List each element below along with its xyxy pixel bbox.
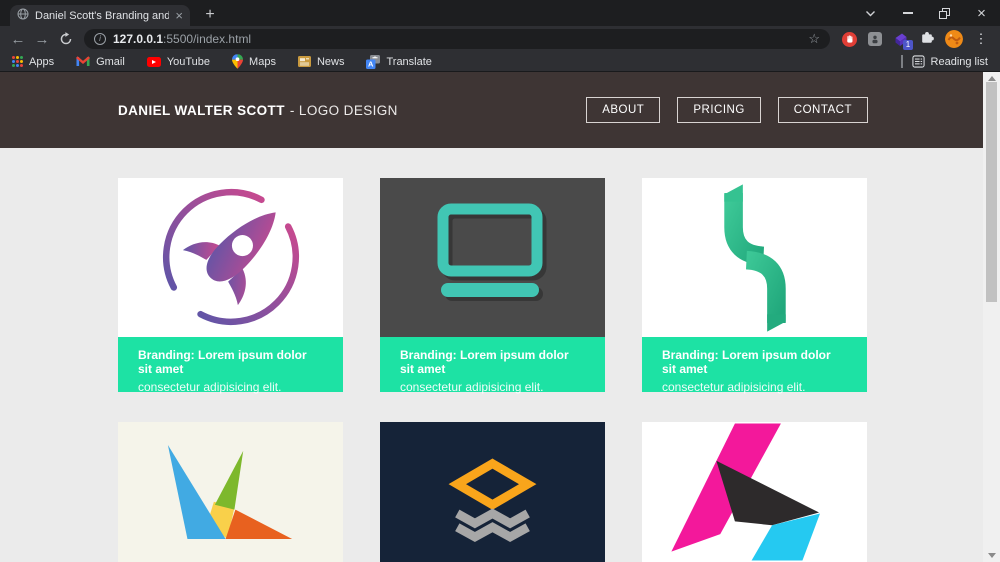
origami-bird-icon [167,445,293,539]
card-caption: Branding: Lorem ipsum dolor sit amet con… [380,337,605,394]
laptop-icon [437,203,546,301]
contact-button[interactable]: CONTACT [777,97,868,123]
reading-list-button[interactable]: Reading list [911,55,988,68]
bookmark-maps[interactable]: Maps [232,54,276,69]
forward-button[interactable]: → [30,31,54,48]
card-origami-bird[interactable] [118,422,343,562]
extension-icon-with-badge[interactable]: 1 [893,32,913,50]
restore-button[interactable] [926,0,963,26]
bookmark-youtube[interactable]: YouTube [146,56,210,68]
card-laptop[interactable]: Branding: Lorem ipsum dolor sit amet con… [380,178,605,394]
globe-favicon-icon [17,7,29,25]
scroll-up-icon[interactable] [988,76,996,81]
bookmark-gmail[interactable]: Gmail [76,56,125,68]
refresh-icon [60,32,72,45]
minimize-button[interactable] [889,0,926,26]
tab-search-button[interactable] [852,0,889,26]
layers-icon [448,458,537,543]
reading-list-icon [911,55,925,68]
chevron-down-icon [866,10,875,16]
chrome-menu-icon[interactable]: ⋮ [974,31,988,47]
site-header: DANIEL WALTER SCOTT - LOGO DESIGN ABOUT P… [0,72,983,148]
card-rocket[interactable]: Branding: Lorem ipsum dolor sit amet con… [118,178,343,394]
scroll-down-icon[interactable] [988,553,996,558]
browser-titlebar: Daniel Scott's Branding and Logo × + × [0,0,1000,26]
url-text: 127.0.0.1:5500/index.html [113,32,252,46]
tab-close-icon[interactable]: × [175,9,183,22]
maps-pin-icon [232,54,244,69]
adblock-extension-icon[interactable] [842,31,857,47]
rocket-logo-image [118,178,343,337]
back-button[interactable]: ← [6,31,30,48]
about-button[interactable]: ABOUT [586,97,661,123]
browser-tab[interactable]: Daniel Scott's Branding and Logo × [10,5,190,26]
site-nav: ABOUT PRICING CONTACT [586,97,868,123]
pricing-button[interactable]: PRICING [677,97,761,123]
site-info-icon[interactable]: i [94,33,106,45]
youtube-icon [146,56,161,67]
ribbon-icon [723,183,786,332]
profile-avatar[interactable] [945,30,963,48]
window-close-button[interactable]: × [963,0,1000,26]
layers-logo-image [380,422,605,562]
gmail-icon [76,56,91,66]
tab-title: Daniel Scott's Branding and Logo [35,9,170,22]
card-caption: Branding: Lorem ipsum dolor sit amet con… [642,337,867,394]
apps-grid-icon [12,56,23,67]
card-ribbon[interactable]: Branding: Lorem ipsum dolor sit amet con… [642,178,867,394]
letter-h-logo-image [642,422,867,562]
address-bar[interactable]: i 127.0.0.1:5500/index.html ☆ [84,29,830,49]
rocket-icon [162,188,299,325]
portfolio-grid: Branding: Lorem ipsum dolor sit amet con… [118,178,867,562]
ribbon-logo-image [642,178,867,337]
card-caption: Branding: Lorem ipsum dolor sit amet con… [118,337,343,394]
scrollbar-thumb[interactable] [986,82,997,302]
bookmark-translate[interactable]: A Translate [366,54,432,69]
minimize-icon [902,12,913,14]
svg-text:A: A [368,59,374,68]
laptop-logo-image [380,178,605,337]
bookmark-star-icon[interactable]: ☆ [808,31,820,47]
browser-toolbar: ← → i 127.0.0.1:5500/index.html ☆ 1 ⋮ [0,26,1000,52]
web-page: DANIEL WALTER SCOTT - LOGO DESIGN ABOUT P… [0,72,983,562]
extension-badge: 1 [903,39,913,50]
translate-icon: A [366,54,381,69]
news-icon [297,56,311,67]
card-layers[interactable] [380,422,605,562]
restore-icon [939,7,950,19]
card-letter-h[interactable] [642,422,867,562]
new-tab-button[interactable]: + [198,4,222,26]
bookmark-apps[interactable]: Apps [12,56,54,68]
bookmarks-divider [900,55,903,68]
bookmarks-bar: Apps Gmail YouTube Maps News A Translate… [0,52,1000,72]
extensions-puzzle-icon[interactable] [920,30,934,49]
letter-h-icon [671,423,821,561]
bookmark-news[interactable]: News [297,56,344,68]
origami-bird-logo-image [118,422,343,562]
extension-icon[interactable] [868,32,882,46]
refresh-button[interactable] [54,32,78,46]
page-scrollbar[interactable] [983,72,1000,562]
page-title: DANIEL WALTER SCOTT - LOGO DESIGN [118,102,398,118]
